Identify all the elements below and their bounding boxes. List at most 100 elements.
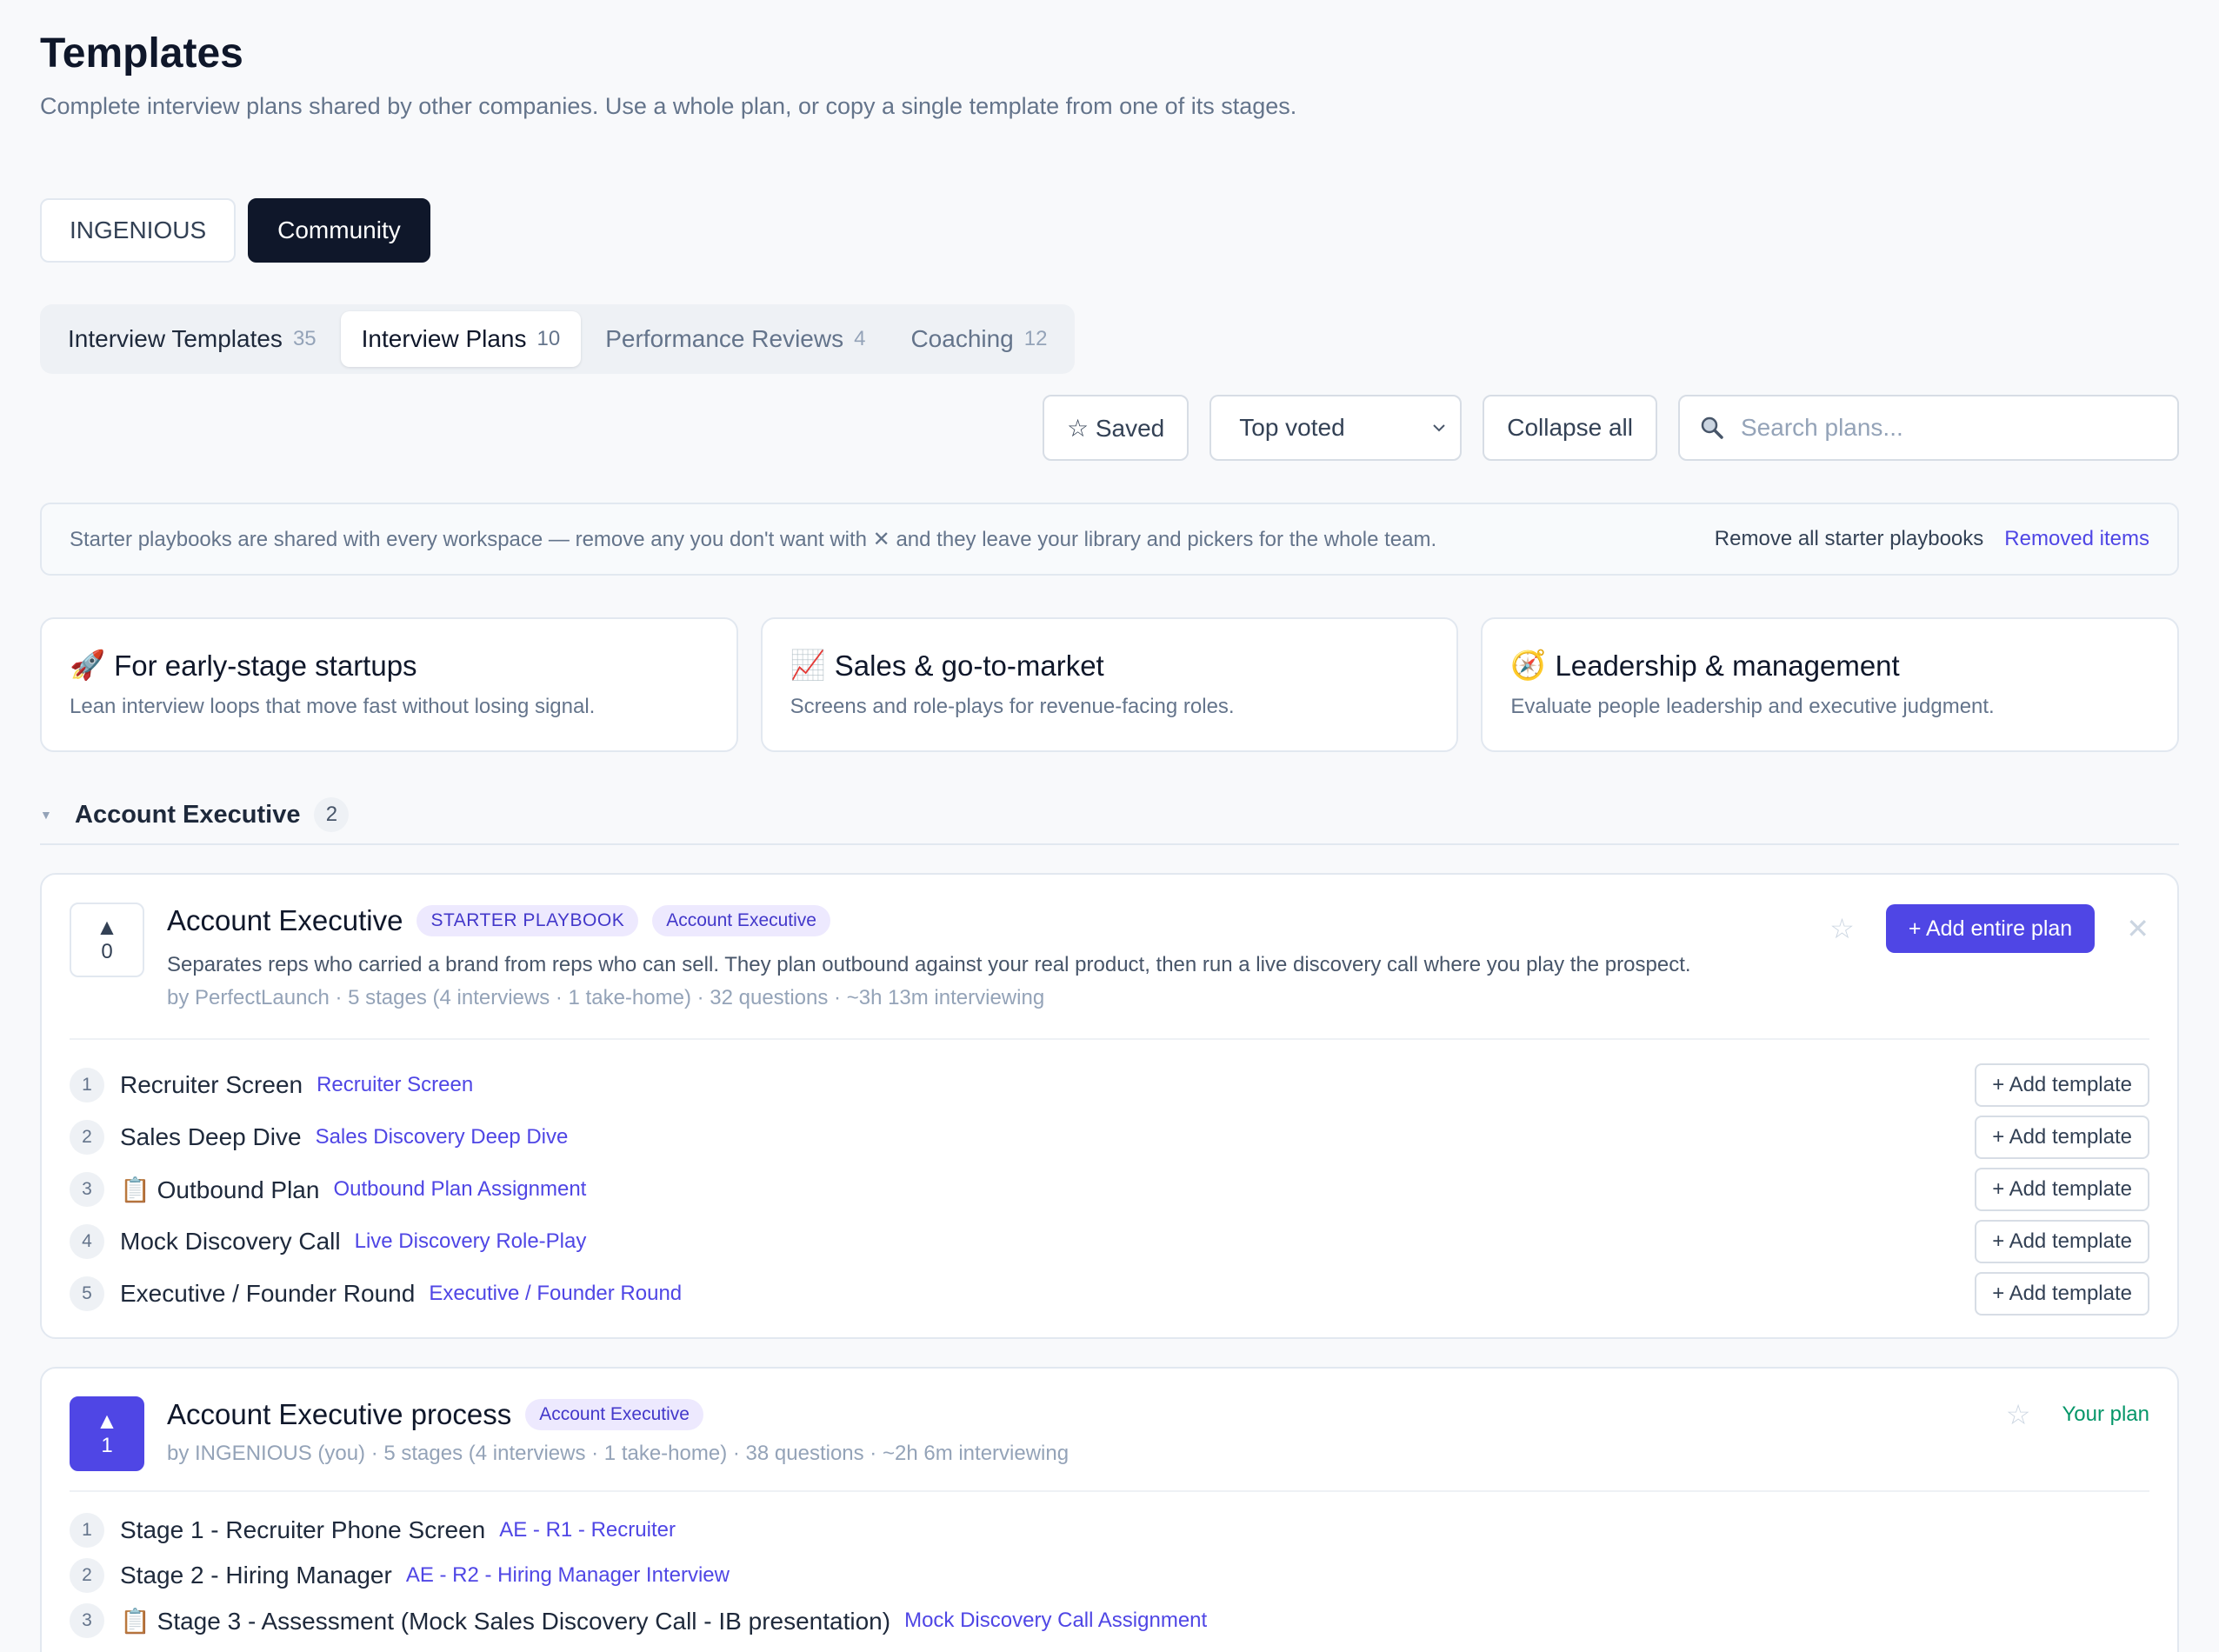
stage-number: 1 bbox=[70, 1513, 104, 1548]
starter-badge: STARTER PLAYBOOK bbox=[416, 905, 639, 936]
stage-row: 3 📋 Outbound Plan Outbound Plan Assignme… bbox=[70, 1163, 2149, 1216]
stage-name: Recruiter Screen bbox=[120, 1071, 303, 1098]
collapse-all-button[interactable]: Collapse all bbox=[1483, 395, 1657, 461]
plan-meta: by PerfectLaunch · 5 stages (4 interview… bbox=[167, 986, 1045, 1009]
stage-number: 1 bbox=[70, 1068, 104, 1102]
scope-community-button[interactable]: Community bbox=[248, 198, 430, 263]
category-description: Screens and role-plays for revenue-facin… bbox=[790, 695, 1235, 718]
stage-name: 📋 Stage 3 - Assessment (Mock Sales Disco… bbox=[120, 1607, 891, 1635]
stage-template-link[interactable]: AE - R1 - Recruiter bbox=[499, 1518, 676, 1542]
tab-performance-reviews[interactable]: Performance Reviews 4 bbox=[584, 311, 886, 367]
tab-count: 10 bbox=[536, 327, 561, 350]
category-description: Lean interview loops that move fast with… bbox=[70, 695, 596, 718]
templates-page: Templates Complete interview plans share… bbox=[0, 0, 2219, 1652]
plan-meta: by INGENIOUS (you) · 5 stages (4 intervi… bbox=[167, 1442, 1070, 1465]
plan-description: Separates reps who carried a brand from … bbox=[167, 953, 1691, 976]
scope-ingenious-button[interactable]: INGENIOUS bbox=[40, 198, 237, 263]
category-card-sales[interactable]: 📈 Sales & go-to-market Screens and role-… bbox=[760, 617, 1459, 752]
notice-actions: Remove all starter playbooks Removed ite… bbox=[1715, 527, 2149, 551]
tab-count: 35 bbox=[292, 327, 317, 350]
triangle-up-icon: ▲ bbox=[96, 1408, 118, 1434]
stage-number: 5 bbox=[70, 1276, 104, 1311]
group-name: Account Executive bbox=[75, 800, 301, 829]
stage-number: 4 bbox=[70, 1224, 104, 1259]
stage-number: 2 bbox=[70, 1120, 104, 1155]
search-input[interactable] bbox=[1741, 414, 2141, 442]
role-badge: Account Executive bbox=[525, 1399, 703, 1430]
category-cards: 🚀 For early-stage startups Lean intervie… bbox=[40, 617, 2180, 752]
upvote-button[interactable]: ▲ 1 bbox=[70, 1396, 144, 1471]
stage-name: Executive / Founder Round bbox=[120, 1280, 416, 1307]
stage-number: 2 bbox=[70, 1558, 104, 1593]
content-tabs: Interview Templates 35 Interview Plans 1… bbox=[40, 304, 1076, 374]
plan-title-row: Account Executive process Account Execut… bbox=[167, 1395, 2149, 1435]
add-template-button[interactable]: + Add template bbox=[1975, 1116, 2149, 1159]
tab-label: Interview Plans bbox=[361, 325, 527, 352]
stage-template-link[interactable]: AE - R2 - Hiring Manager Interview bbox=[406, 1563, 730, 1588]
your-plan-label: Your plan bbox=[2062, 1402, 2149, 1426]
close-icon[interactable]: ✕ bbox=[2126, 912, 2149, 945]
category-title: 🧭 Leadership & management bbox=[1510, 649, 2149, 683]
sort-select[interactable]: Top voted bbox=[1209, 395, 1463, 461]
plan-actions: ☆ + Add entire plan ✕ bbox=[1829, 904, 2149, 953]
chart-up-icon: 📈 bbox=[790, 649, 826, 681]
category-title-text: Sales & go-to-market bbox=[834, 649, 1104, 682]
category-title: 📈 Sales & go-to-market bbox=[790, 649, 1429, 683]
saved-filter-button[interactable]: ☆ Saved bbox=[1042, 395, 1189, 461]
upvote-button[interactable]: ▲ 0 bbox=[70, 903, 144, 977]
stage-row: 1 Recruiter Screen Recruiter Screen + Ad… bbox=[70, 1059, 2149, 1111]
triangle-up-icon: ▲ bbox=[96, 914, 118, 940]
stage-name: Sales Deep Dive bbox=[120, 1123, 302, 1150]
star-icon[interactable]: ☆ bbox=[2006, 1398, 2031, 1431]
notice-text: Starter playbooks are shared with every … bbox=[70, 527, 1437, 551]
stage-row: 5 Executive / Founder Round Executive / … bbox=[70, 1268, 2149, 1320]
add-template-button[interactable]: + Add template bbox=[1975, 1168, 2149, 1211]
stage-number: 3 bbox=[70, 1603, 104, 1638]
plan-actions: ☆ Your plan bbox=[2006, 1398, 2149, 1431]
vote-count: 1 bbox=[101, 1434, 113, 1457]
group-count: 2 bbox=[314, 797, 350, 832]
divider bbox=[70, 1038, 2149, 1040]
plan-title: Account Executive bbox=[167, 904, 403, 936]
stage-name: 📋 Outbound Plan bbox=[120, 1176, 320, 1203]
tab-interview-plans[interactable]: Interview Plans 10 bbox=[340, 311, 582, 367]
add-template-button[interactable]: + Add template bbox=[1975, 1272, 2149, 1316]
removed-items-link[interactable]: Removed items bbox=[2004, 527, 2149, 551]
category-card-startups[interactable]: 🚀 For early-stage startups Lean intervie… bbox=[40, 617, 738, 752]
stage-name: Mock Discovery Call bbox=[120, 1228, 341, 1255]
stage-row: 2 Sales Deep Dive Sales Discovery Deep D… bbox=[70, 1111, 2149, 1163]
category-card-leadership[interactable]: 🧭 Leadership & management Evaluate peopl… bbox=[1481, 617, 2180, 752]
stage-row: 3 📋 Stage 3 - Assessment (Mock Sales Dis… bbox=[70, 1598, 2149, 1643]
stage-name: Stage 2 - Hiring Manager bbox=[120, 1562, 392, 1589]
stage-template-link[interactable]: Mock Discovery Call Assignment bbox=[904, 1609, 1207, 1633]
stage-template-link[interactable]: Sales Discovery Deep Dive bbox=[316, 1125, 569, 1149]
remove-all-starter-link[interactable]: Remove all starter playbooks bbox=[1715, 527, 1983, 551]
add-entire-plan-button[interactable]: + Add entire plan bbox=[1885, 904, 2096, 953]
page-title: Templates bbox=[40, 30, 243, 77]
tab-label: Performance Reviews bbox=[605, 325, 844, 352]
stage-row: 4 Mock Discovery Call Live Discovery Rol… bbox=[70, 1216, 2149, 1268]
search-icon bbox=[1701, 416, 1723, 439]
add-template-button[interactable]: + Add template bbox=[1975, 1220, 2149, 1263]
group-header-account-executive[interactable]: ▼ Account Executive 2 bbox=[40, 791, 2179, 845]
stage-template-link[interactable]: Executive / Founder Round bbox=[429, 1282, 682, 1306]
add-template-button[interactable]: + Add template bbox=[1975, 1063, 2149, 1107]
role-badge: Account Executive bbox=[652, 905, 830, 936]
tab-count: 4 bbox=[854, 327, 866, 350]
stage-template-link[interactable]: Recruiter Screen bbox=[317, 1073, 473, 1097]
tab-interview-templates[interactable]: Interview Templates 35 bbox=[47, 311, 337, 367]
category-title: 🚀 For early-stage startups bbox=[70, 649, 709, 683]
plan-card: ▲ 0 Account Executive STARTER PLAYBOOK A… bbox=[40, 873, 2179, 1339]
stage-row: 1 Stage 1 - Recruiter Phone Screen AE - … bbox=[70, 1508, 2149, 1553]
stage-number: 3 bbox=[70, 1172, 104, 1207]
plan-title: Account Executive process bbox=[167, 1398, 512, 1430]
page-description: Complete interview plans shared by other… bbox=[40, 93, 1297, 119]
tab-label: Coaching bbox=[910, 325, 1014, 352]
star-icon[interactable]: ☆ bbox=[1829, 912, 1855, 945]
stage-template-link[interactable]: Outbound Plan Assignment bbox=[333, 1177, 586, 1202]
scope-toggle: INGENIOUS Community bbox=[40, 198, 430, 263]
tab-coaching[interactable]: Coaching 12 bbox=[890, 311, 1068, 367]
stage-template-link[interactable]: Live Discovery Role-Play bbox=[355, 1229, 587, 1254]
search-box bbox=[1678, 395, 2179, 461]
sort-select-value: Top voted bbox=[1239, 414, 1345, 441]
